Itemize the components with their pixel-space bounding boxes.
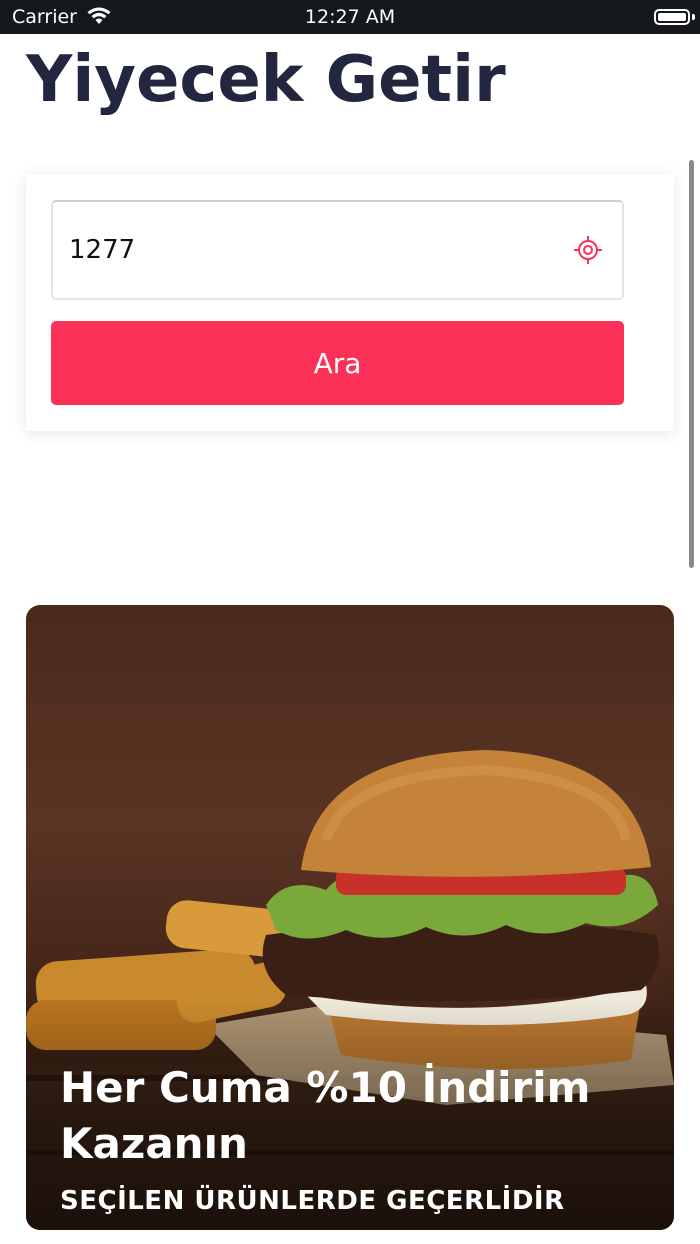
- search-card: Ara: [26, 174, 674, 431]
- promo-card[interactable]: Her Cuma %10 İndirim Kazanın SEÇİLEN ÜRÜ…: [26, 605, 674, 1230]
- zip-code-field[interactable]: [51, 200, 624, 300]
- scroll-indicator[interactable]: [689, 160, 694, 568]
- status-time: 12:27 AM: [304, 6, 396, 28]
- zip-code-input[interactable]: [69, 228, 549, 272]
- promo-subtitle: SEÇİLEN ÜRÜNLERDE GEÇERLİDİR: [60, 1186, 565, 1216]
- location-target-icon[interactable]: [572, 234, 604, 266]
- app-title: Yiyecek Getir: [26, 43, 506, 117]
- promo-title: Her Cuma %10 İndirim Kazanın: [60, 1063, 591, 1168]
- battery-tip: [692, 14, 695, 20]
- search-button[interactable]: Ara: [51, 321, 624, 405]
- status-bar: Carrier 12:27 AM: [0, 0, 700, 34]
- battery-icon: [654, 9, 690, 25]
